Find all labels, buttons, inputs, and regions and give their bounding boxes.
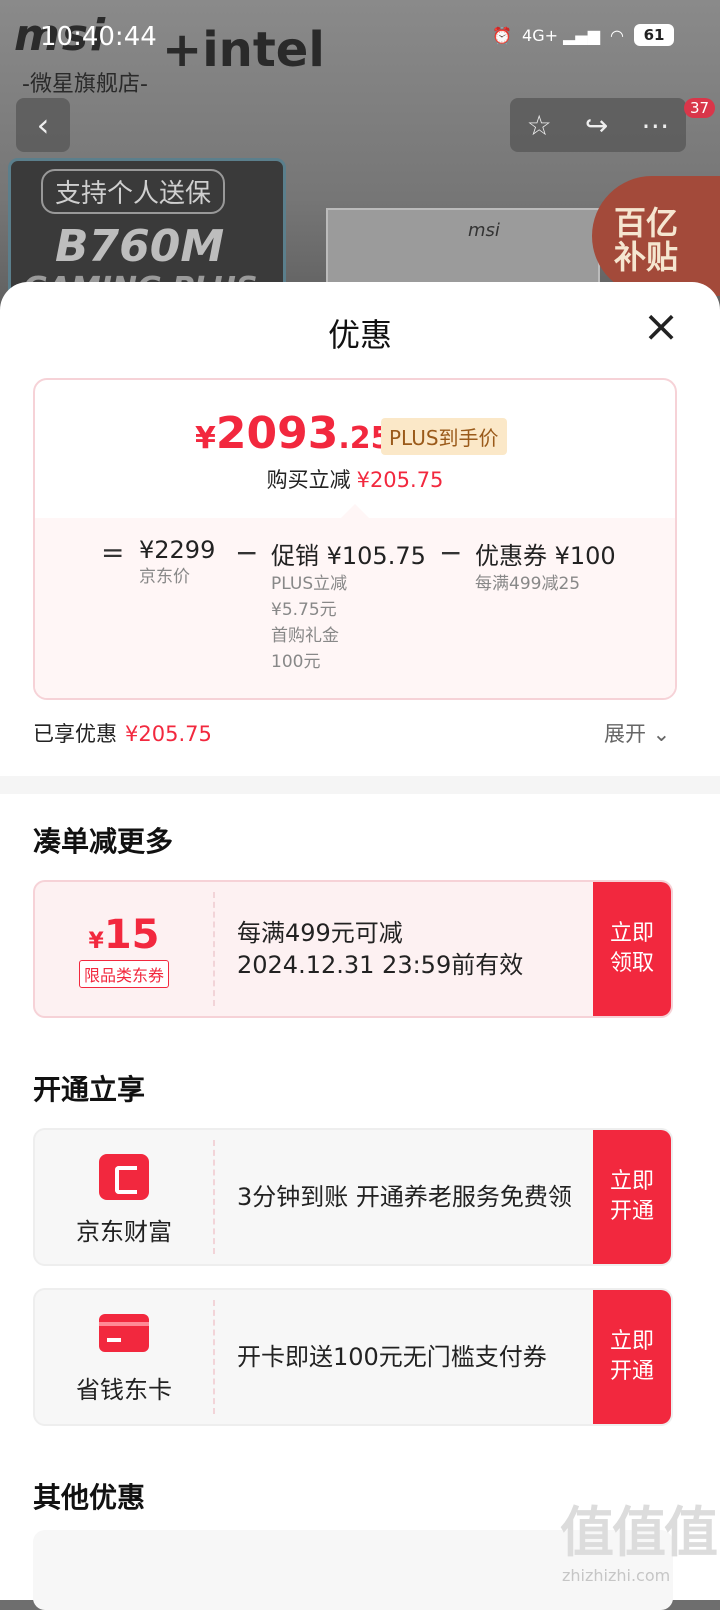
card-notch [341, 504, 369, 518]
promo-detail-3: 首购礼金 [271, 626, 339, 646]
enjoyed-label: 已享优惠 [33, 722, 117, 746]
expand-button[interactable]: 展开 ⌄ [604, 718, 670, 748]
price-summary: ¥2093.25 PLUS到手价 购买立减 ¥205.75 [35, 380, 675, 518]
enjoyed-value: ¥205.75 [125, 722, 212, 746]
promo-detail-4: 100元 [271, 652, 321, 672]
open-btn-line2: 开通 [609, 1359, 654, 1384]
section-title-open: 开通立享 [33, 1073, 146, 1106]
wallet-icon [99, 1154, 149, 1200]
open-btn-line2: 开通 [609, 1199, 654, 1224]
price-formula: = ¥2299 京东价 − 促销 ¥105.75 PLUS立减 ¥5.75元 首… [35, 518, 675, 698]
coupon-line2: 2024.12.31 23:59前有效 [237, 951, 524, 979]
open-btn-line1: 立即 [609, 1329, 654, 1354]
base-price-value: ¥2299 [139, 536, 216, 564]
reduce-label: 购买立减 [266, 468, 351, 492]
reduce-value: ¥205.75 [356, 468, 444, 492]
coupon-amount: ¥15 [35, 912, 213, 958]
coupon-card: ¥15 限品类东券 每满499元可减 2024.12.31 23:59前有效 立… [33, 880, 673, 1018]
promo-discount: 促销 ¥105.75 PLUS立减 ¥5.75元 首购礼金 100元 [271, 536, 426, 675]
subsidy-line2: 补贴 [614, 238, 679, 276]
sheet-title: 优惠 [327, 316, 392, 354]
open-service-button[interactable]: 立即 开通 [593, 1290, 671, 1424]
service-card: 省钱东卡 开卡即送100元无门槛支付券 立即开通 [33, 1288, 673, 1426]
store-name: -微星旗舰店- [22, 72, 148, 97]
battery-icon: 61 [634, 24, 674, 46]
more-icon[interactable]: ⋯ [641, 109, 669, 142]
section-title-other: 其他优惠 [33, 1481, 146, 1514]
star-icon[interactable]: ☆ [527, 109, 552, 142]
service-separator [213, 1140, 215, 1254]
coupon-number: 15 [103, 912, 160, 958]
service-name: 省钱东卡 [76, 1376, 172, 1404]
board-logo: msi [468, 220, 500, 241]
intel-logo: +intel [162, 22, 325, 78]
claim-btn-line2: 领取 [609, 951, 654, 976]
subsidy-badge: 百亿 补贴 [592, 176, 720, 296]
price-card: ¥2093.25 PLUS到手价 购买立减 ¥205.75 = ¥2299 京东价… [33, 378, 677, 700]
action-bar: ☆ ↪ ⋯ [510, 98, 686, 152]
status-icons: ⏰ 4G+ ▂▄▆ ◠ 61 [492, 24, 674, 46]
hero-model: B760M [55, 221, 225, 272]
claim-btn-line1: 立即 [609, 921, 654, 946]
price-symbol: ¥ [195, 421, 216, 456]
purchase-reduction: 购买立减 ¥205.75 [35, 464, 675, 494]
watermark-url: zhizhizhi.com [562, 1566, 671, 1585]
service-brand: 京东财富 [35, 1130, 213, 1264]
service-separator [213, 1300, 215, 1414]
section-title-more: 凑单减更多 [33, 825, 174, 858]
minus-sign-1: − [235, 536, 259, 569]
base-price: ¥2299 京东价 [139, 536, 215, 590]
coupon-detail: 每满499减25 [475, 574, 581, 594]
back-button[interactable]: ‹ [16, 98, 70, 152]
plus-price-tag: PLUS到手价 [381, 418, 507, 455]
promo-detail-2: ¥5.75元 [271, 600, 337, 620]
message-badge: 37 [684, 98, 716, 118]
hero-tag: 支持个人送保 [41, 169, 226, 214]
section-divider [0, 776, 720, 794]
coupon-value: 优惠券 ¥100 [475, 542, 616, 570]
service-name: 京东财富 [76, 1218, 172, 1246]
coupon-amount-block: ¥15 限品类东券 [35, 882, 213, 1016]
coupon-type-tag: 限品类东券 [78, 960, 169, 988]
final-price: ¥2093.25 [195, 408, 392, 459]
open-service-button[interactable]: 立即 开通 [593, 1130, 671, 1264]
enjoyed-discount: 已享优惠 ¥205.75 [33, 718, 212, 748]
signal-icon: 4G+ ▂▄▆ [522, 25, 601, 45]
coupon-symbol: ¥ [88, 929, 104, 954]
service-brand: 省钱东卡 [35, 1290, 213, 1424]
close-icon[interactable]: × [636, 302, 686, 352]
coupon-line1: 每满499元可减 [237, 919, 403, 947]
share-icon[interactable]: ↪ [585, 109, 608, 142]
open-btn-line1: 立即 [609, 1169, 654, 1194]
coupon-discount: 优惠券 ¥100 每满499减25 [475, 536, 616, 597]
claim-coupon-button[interactable]: 立即 领取 [593, 882, 671, 1016]
service-description: 3分钟到账 开通养老服务免费领 [237, 1183, 572, 1211]
coupon-description: 每满499元可减 2024.12.31 23:59前有效 [237, 882, 593, 1016]
discount-sheet: 优惠 × ¥2093.25 PLUS到手价 购买立减 ¥205.75 = ¥229… [0, 282, 720, 1600]
price-integer: 2093 [215, 408, 339, 459]
equals-sign: = [101, 536, 125, 569]
back-icon: ‹ [36, 106, 50, 144]
promo-detail-1: PLUS立减 [271, 574, 348, 594]
minus-sign-2: − [439, 536, 463, 569]
coupon-separator [213, 892, 215, 1006]
subsidy-line1: 百亿 [614, 204, 679, 242]
service-card: 京东财富 3分钟到账 开通养老服务免费领 立即开通 [33, 1128, 673, 1266]
promo-value: 促销 ¥105.75 [271, 542, 426, 570]
card-icon [99, 1314, 149, 1352]
base-price-label: 京东价 [139, 567, 190, 587]
service-description: 开卡即送100元无门槛支付券 [237, 1343, 547, 1371]
wifi-icon: ◠ [610, 25, 624, 45]
network-type: 4G+ [522, 25, 559, 45]
status-time: 10:40:44 [40, 22, 157, 52]
alarm-icon: ⏰ [492, 25, 513, 45]
watermark-logo: 值值值 [560, 1501, 718, 1564]
